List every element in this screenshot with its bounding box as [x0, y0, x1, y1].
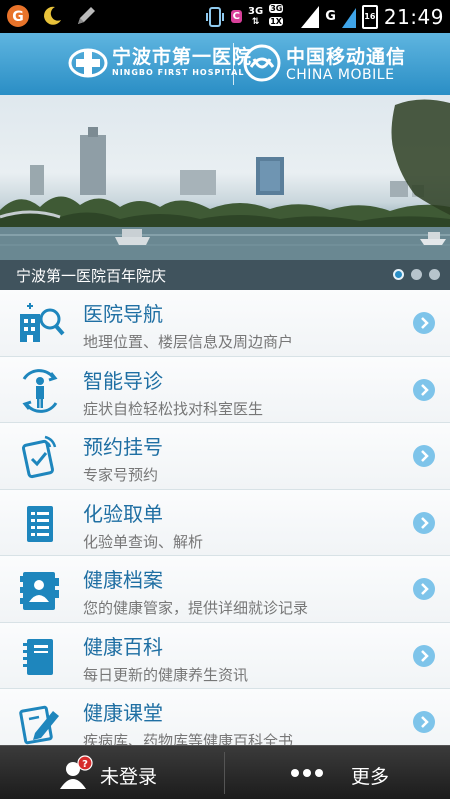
banner-caption: 宁波第一医院百年院庆 [16, 267, 167, 285]
app-notification-icon: G [7, 5, 29, 27]
network-g-indicator: G [325, 8, 336, 24]
chevron-right-icon [413, 711, 435, 733]
menu-item-desc: 化验单查询、解析 [83, 532, 204, 551]
header-divider [233, 43, 234, 85]
more-button[interactable]: 更多 [225, 746, 450, 799]
carrier-name: 中国移动通信 [286, 46, 407, 68]
carrier-name-en: CHINA MOBILE [286, 67, 395, 83]
hospital-search-icon [20, 303, 65, 342]
china-mobile-logo-icon [243, 44, 281, 82]
more-label: 更多 [351, 766, 390, 788]
chevron-right-icon [413, 578, 435, 600]
menu-item-title: 智能导诊 [83, 368, 163, 393]
battery-level: 16 [364, 11, 376, 21]
login-label: 未登录 [100, 766, 158, 788]
chevron-right-icon [413, 445, 435, 467]
notebook-icon [23, 638, 53, 675]
menu-item-title: 化验取单 [83, 501, 163, 526]
menu-item-smart-triage[interactable]: 智能导诊 症状自检轻松找对科室医生 [0, 356, 450, 423]
banner-carousel[interactable]: 宁波第一医院百年院庆 [0, 95, 450, 290]
hospital-name: 宁波市第一医院 [112, 46, 253, 68]
body-scan-icon [22, 368, 58, 413]
app-badge: C [230, 10, 243, 23]
status-notifications: G [6, 4, 98, 28]
battery-icon: 16 [361, 4, 378, 29]
menu-item-desc: 疾病库、药物库等健康百科全书 [83, 732, 294, 745]
contact-book-icon [20, 572, 59, 610]
chevron-right-icon [413, 644, 435, 667]
appointment-phone-icon [21, 435, 57, 479]
hospital-name-en: NINGBO FIRST HOSPITAL [112, 68, 245, 77]
menu-item-title: 健康档案 [83, 568, 163, 592]
signal-strength-2-icon [341, 7, 356, 28]
menu-item-lab-report[interactable]: 化验取单 化验单查询、解析 [0, 489, 450, 556]
hospital-logo-icon [68, 48, 108, 78]
network-3g1x-indicator: 3G 1X [269, 3, 284, 26]
more-dots-icon [291, 769, 323, 777]
carousel-indicator [393, 269, 440, 280]
bottom-tab-bar: ? 未登录 更多 [0, 745, 450, 799]
lab-report-icon [27, 505, 53, 542]
menu-item-title: 医院导航 [83, 302, 163, 326]
status-bar: G C 3G ⇅ 3G 1X G 16 21:49 [0, 0, 450, 33]
network-3g-indicator: 3G ⇅ [248, 5, 264, 27]
menu-item-desc: 您的健康管家，提供详细就诊记录 [83, 599, 309, 617]
edit-document-icon [19, 705, 59, 745]
svg-text:G: G [12, 9, 24, 25]
menu-item-desc: 地理位置、楼层信息及周边商户 [83, 333, 294, 351]
status-indicators: C 3G ⇅ 3G 1X G 16 21:49 [205, 2, 444, 31]
menu-item-desc: 每日更新的健康养生资讯 [83, 665, 249, 684]
carousel-dot-active[interactable] [393, 269, 404, 280]
menu-item-health-records[interactable]: 健康档案 您的健康管家，提供详细就诊记录 [0, 556, 450, 623]
moon-icon [44, 6, 61, 25]
login-button[interactable]: ? 未登录 [0, 746, 224, 799]
menu-item-hospital-navigation[interactable]: 医院导航 地理位置、楼层信息及周边商户 [0, 290, 450, 357]
menu-item-title: 健康课堂 [83, 701, 163, 725]
menu-item-title: 预约挂号 [83, 435, 163, 459]
menu-item-desc: 症状自检轻松找对科室医生 [83, 399, 264, 418]
menu-item-health-encyclopedia[interactable]: 健康百科 每日更新的健康养生资讯 [0, 622, 450, 689]
menu-item-health-class[interactable]: 健康课堂 疾病库、药物库等健康百科全书 [0, 689, 450, 745]
chevron-right-icon [413, 511, 435, 534]
app-header: 宁波市第一医院 NINGBO FIRST HOSPITAL 中国移动通信 CHI… [0, 33, 450, 95]
login-badge: ? [82, 759, 88, 770]
vibrate-icon [205, 6, 224, 27]
banner-caption-bar: 宁波第一医院百年院庆 [0, 260, 450, 290]
signal-strength-icon [301, 5, 320, 28]
chevron-right-icon [413, 312, 435, 334]
menu-item-desc: 专家号预约 [83, 466, 159, 484]
clock: 21:49 [383, 4, 444, 29]
menu-item-title: 健康百科 [83, 634, 163, 659]
user-icon: ? [60, 755, 93, 789]
chevron-right-icon [413, 378, 435, 401]
pencil-icon [78, 7, 95, 24]
carousel-dot[interactable] [429, 269, 440, 280]
feature-menu: 医院导航 地理位置、楼层信息及周边商户 智能导诊 症状自检轻松找对科室医生 预约… [0, 290, 450, 745]
menu-item-appointment[interactable]: 预约挂号 专家号预约 [0, 423, 450, 490]
carousel-dot[interactable] [411, 269, 422, 280]
